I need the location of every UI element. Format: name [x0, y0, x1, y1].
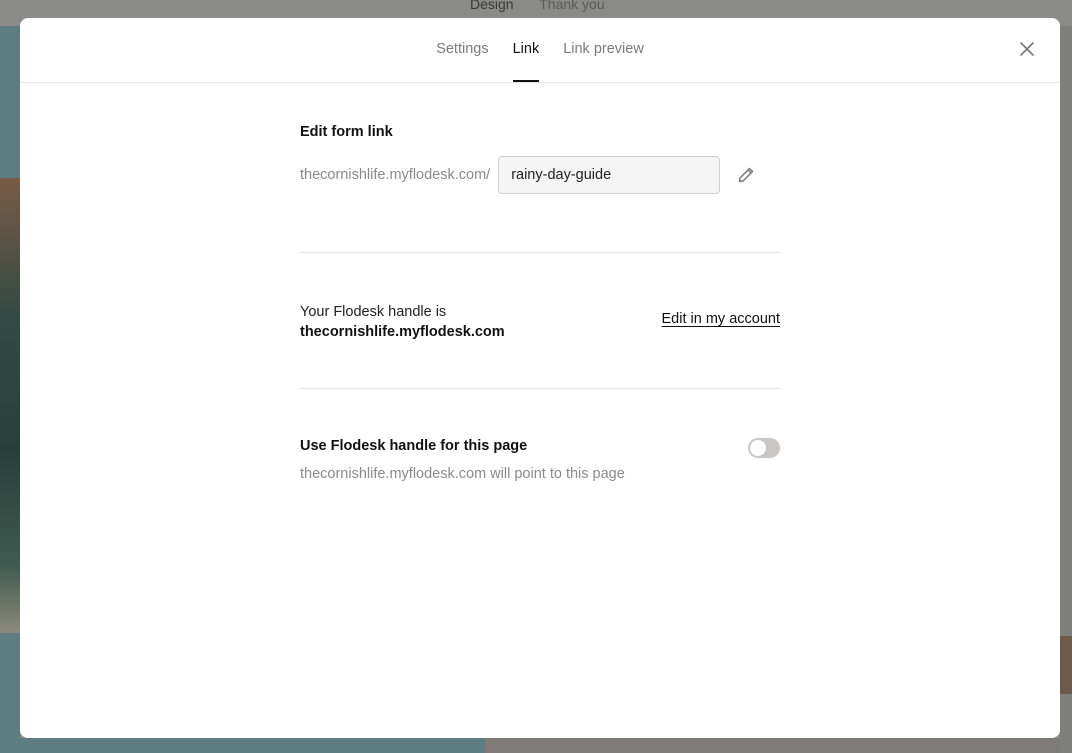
- link-settings-modal: Settings Link Link preview Edit form lin…: [20, 18, 1060, 738]
- flodesk-handle-section: Your Flodesk handle is thecornishlife.my…: [300, 253, 780, 389]
- edit-form-link-section: Edit form link thecornishlife.myflodesk.…: [300, 82, 780, 253]
- background-tab-design: Design: [470, 0, 514, 12]
- section-title: Edit form link: [300, 124, 393, 140]
- link-row: thecornishlife.myflodesk.com/: [300, 156, 780, 194]
- pencil-icon[interactable]: [736, 165, 756, 185]
- tab-settings[interactable]: Settings: [436, 18, 488, 82]
- modal-tabs: Settings Link Link preview: [20, 18, 1060, 82]
- background-tab-thank-you: Thank you: [539, 0, 605, 12]
- tab-link[interactable]: Link: [512, 18, 539, 82]
- background-image: [0, 178, 20, 633]
- handle-text: Your Flodesk handle is thecornishlife.my…: [300, 302, 505, 342]
- slug-input[interactable]: [498, 156, 721, 194]
- domain-prefix: thecornishlife.myflodesk.com/: [300, 167, 491, 183]
- toggle-knob: [750, 440, 766, 456]
- background-panel: [0, 633, 20, 753]
- background-image: [1060, 636, 1072, 694]
- background-tabs: Design Thank you: [470, 0, 627, 12]
- handle-value: thecornishlife.myflodesk.com: [300, 324, 505, 340]
- background-panel: [485, 738, 1072, 753]
- background-panel: [20, 738, 485, 753]
- tab-link-preview[interactable]: Link preview: [563, 18, 644, 82]
- edit-in-account-link[interactable]: Edit in my account: [662, 311, 780, 327]
- section-title: Use Flodesk handle for this page: [300, 438, 528, 454]
- use-handle-description: thecornishlife.myflodesk.com will point …: [300, 466, 625, 482]
- handle-label: Your Flodesk handle is: [300, 304, 447, 320]
- use-handle-section: Use Flodesk handle for this page thecorn…: [300, 389, 780, 509]
- link-settings-content: Edit form link thecornishlife.myflodesk.…: [300, 82, 780, 509]
- modal-header: Settings Link Link preview: [20, 18, 1060, 83]
- background-panel: [0, 26, 20, 178]
- use-handle-toggle[interactable]: [748, 438, 780, 458]
- close-icon[interactable]: [1018, 40, 1036, 58]
